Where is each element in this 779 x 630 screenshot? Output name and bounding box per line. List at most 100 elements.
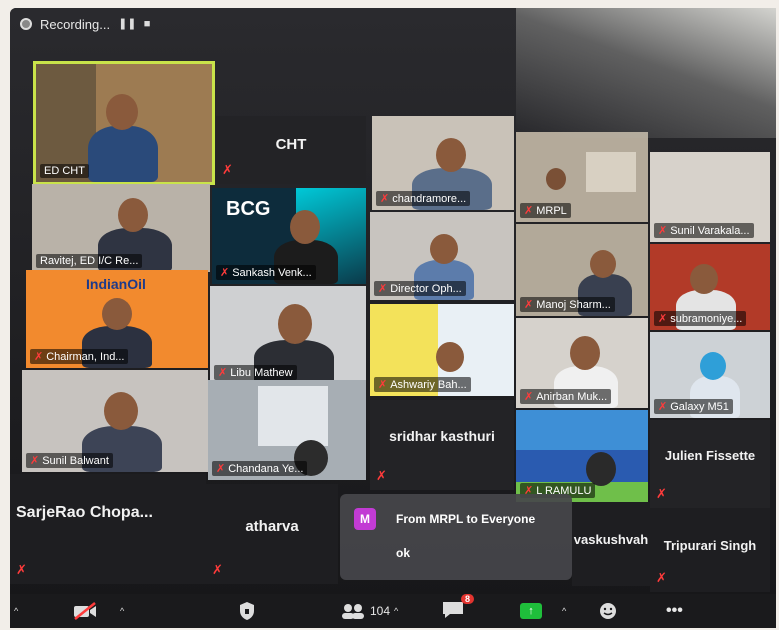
- video-tile-sridhar[interactable]: sridhar kasthuri ✗: [370, 400, 514, 490]
- mic-muted-icon: ✗: [16, 562, 27, 577]
- tile-caption: ✗ Galaxy M51: [654, 399, 733, 414]
- video-tile-sunil-varakala[interactable]: ✗ Sunil Varakala...: [650, 152, 770, 242]
- participants-count: 104: [370, 604, 391, 618]
- participant-head: [546, 168, 566, 190]
- mic-muted-icon: ✗: [380, 193, 390, 205]
- chat-button[interactable]: 8: [440, 593, 474, 622]
- sender-avatar: M: [354, 508, 376, 530]
- video-tile-anirban[interactable]: ✗ Anirban Muk...: [516, 318, 648, 408]
- participant-name: subramoniye...: [670, 312, 743, 325]
- chat-sender-line: From MRPL to Everyone: [396, 512, 536, 526]
- video-tile-cht[interactable]: CHT ✗: [216, 116, 366, 184]
- participant-name: Ashwariy Bah...: [390, 378, 467, 391]
- video-tile-manoj[interactable]: ✗ Manoj Sharm...: [516, 224, 648, 316]
- participant-head: [104, 392, 138, 430]
- tile-caption: Ravitej, ED I/C Re...: [36, 254, 143, 268]
- more-options-icon[interactable]: •••: [666, 600, 683, 622]
- participants-button[interactable]: 104 ^: [340, 600, 398, 622]
- participant-head: [690, 264, 718, 294]
- participant-head: [700, 352, 726, 380]
- participant-name: ED CHT: [44, 165, 85, 177]
- video-tile-director[interactable]: ✗ Director Oph...: [370, 212, 514, 300]
- stop-video-button[interactable]: [72, 600, 98, 622]
- participant-name: Libu Mathew: [230, 366, 293, 379]
- recording-label: Recording...: [40, 16, 111, 32]
- video-tile-atharva[interactable]: atharva ✗: [206, 484, 338, 584]
- mic-muted-icon: ✗: [212, 562, 223, 577]
- participant-name: Sunil Varakala...: [670, 224, 750, 237]
- video-tile-galaxy[interactable]: ✗ Galaxy M51: [650, 332, 770, 418]
- background-building: [516, 450, 648, 482]
- share-screen-button[interactable]: ↑: [520, 600, 542, 622]
- participant-head: [290, 210, 320, 244]
- participants-icon: [342, 604, 364, 619]
- mic-muted-icon: ✗: [524, 299, 534, 311]
- tile-caption: ✗ Anirban Muk...: [520, 389, 612, 404]
- participant-name: Julien Fissette: [664, 448, 756, 463]
- participant-name: sridhar kasthuri: [389, 428, 495, 444]
- video-tile-ashwariya[interactable]: ✗ Ashwariy Bah...: [370, 304, 514, 396]
- video-options-caret[interactable]: ^: [120, 600, 124, 622]
- reactions-button[interactable]: [598, 600, 618, 622]
- meeting-toolbar: ^ ^ 104 ^ 8 ↑ ^ •••: [10, 593, 776, 628]
- tile-caption: ✗ MRPL: [520, 203, 571, 218]
- video-tile-chairman[interactable]: IndianOil ✗ Chairman, Ind...: [26, 270, 208, 368]
- video-tile-sunil-balwant[interactable]: ✗ Sunil Balwant: [22, 370, 208, 472]
- video-tile-vaskushvah[interactable]: vaskushvah: [572, 502, 650, 586]
- share-screen-icon: ↑: [520, 603, 542, 619]
- share-options-caret[interactable]: ^: [562, 600, 566, 622]
- smiley-icon: [600, 603, 616, 619]
- mic-muted-icon: ✗: [656, 570, 667, 585]
- bcg-logo: BCG: [226, 198, 271, 220]
- participant-name: Chairman, Ind...: [46, 350, 125, 363]
- video-tile-chandramore[interactable]: ✗ chandramore...: [372, 116, 514, 210]
- chat-notification[interactable]: M From MRPL to Everyone ok: [340, 494, 572, 580]
- mic-muted-icon: ✗: [658, 401, 668, 413]
- mic-muted-icon: ✗: [524, 205, 534, 217]
- tile-caption: ✗ Chairman, Ind...: [30, 349, 129, 364]
- participant-head: [102, 298, 132, 330]
- video-tile-tripurari[interactable]: Tripurari Singh ✗: [650, 508, 770, 592]
- mic-muted-icon: ✗: [30, 455, 40, 467]
- video-tile-subramoniye[interactable]: ✗ subramoniye...: [650, 244, 770, 330]
- mic-muted-icon: ✗: [376, 468, 387, 483]
- mic-muted-icon: ✗: [378, 283, 388, 295]
- participant-name: MRPL: [536, 204, 567, 217]
- mic-muted-icon: ✗: [34, 351, 44, 363]
- participant-name: Sankash Venk...: [232, 266, 312, 279]
- participants-options-caret[interactable]: ^: [394, 606, 398, 616]
- participant-head: [590, 250, 616, 278]
- background-window: [586, 152, 636, 192]
- participant-name: chandramore...: [392, 192, 467, 205]
- video-tile-sankash[interactable]: BCG ✗ Sankash Venk...: [212, 188, 366, 284]
- background-building: [258, 386, 328, 446]
- video-tile-ramulu[interactable]: ✗ L RAMULU: [516, 410, 648, 502]
- mic-muted-icon: ✗: [218, 367, 228, 379]
- participant-head: [436, 342, 464, 372]
- tile-caption: ✗ Libu Mathew: [214, 365, 297, 380]
- participant-name: Manoj Sharm...: [536, 298, 611, 311]
- video-tile-ravitej[interactable]: Ravitej, ED I/C Re...: [32, 184, 210, 272]
- video-tile-chandana[interactable]: ✗ Chandana Ye...: [208, 380, 366, 480]
- video-tile-mrpl[interactable]: ✗ MRPL: [516, 132, 648, 222]
- participant-head: [586, 452, 616, 486]
- mic-muted-icon: ✗: [220, 267, 230, 279]
- mic-muted-icon: ✗: [658, 225, 668, 237]
- video-tile-sarjerao[interactable]: SarjeRao Chopa... ✗: [10, 474, 206, 584]
- tile-caption: ✗ chandramore...: [376, 191, 471, 206]
- participant-head: [570, 336, 600, 370]
- pause-icon[interactable]: ❚❚: [118, 17, 136, 31]
- stop-icon[interactable]: ■: [140, 17, 154, 31]
- participant-name: Sunil Balwant: [42, 454, 109, 467]
- tile-caption: ED CHT: [40, 164, 89, 178]
- video-tile-julien[interactable]: Julien Fissette ✗: [650, 420, 770, 508]
- participant-name: Anirban Muk...: [536, 390, 608, 403]
- audio-options-caret[interactable]: ^: [14, 600, 18, 622]
- security-button[interactable]: [238, 600, 256, 622]
- participant-head: [106, 94, 138, 130]
- participant-head: [278, 304, 312, 344]
- video-tile-libu[interactable]: ✗ Libu Mathew: [210, 286, 366, 384]
- participant-head: [430, 234, 458, 264]
- video-tile-ed-cht[interactable]: ED CHT: [33, 61, 215, 185]
- participant-name: CHT: [275, 136, 307, 153]
